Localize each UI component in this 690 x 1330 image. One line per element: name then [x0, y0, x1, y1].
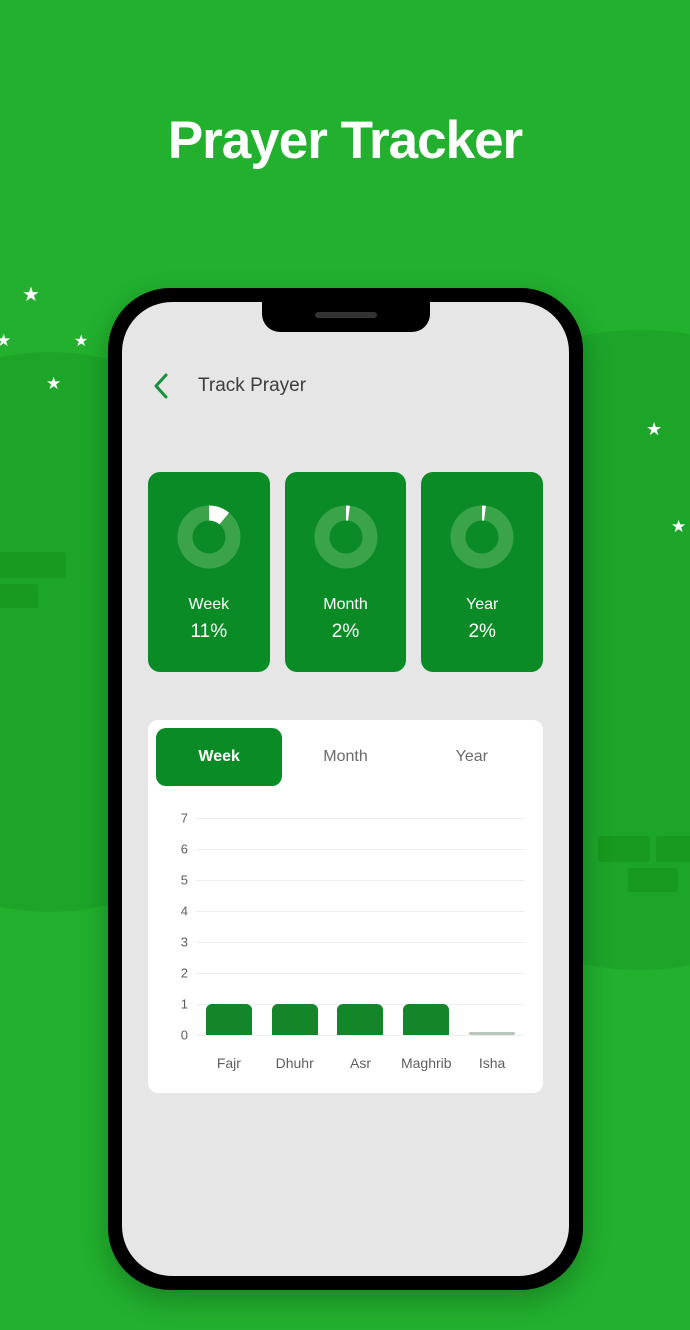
- star-icon: ★: [0, 331, 12, 350]
- y-axis-tick: 2: [180, 965, 188, 981]
- stat-label: Week: [188, 596, 230, 613]
- phone-screen: Track Prayer Week 11% Month 2% Year 2% Week Mo…: [122, 302, 569, 1276]
- bar-group: [196, 818, 525, 1035]
- tab-year[interactable]: Year: [409, 728, 535, 786]
- chart-card: Week Month Year 7 6 5 4 3 2 1 0 Fajr Dhuhr Asr Maghr…: [148, 720, 543, 1093]
- chevron-left-icon: [154, 373, 168, 399]
- star-icon: ★: [646, 419, 663, 439]
- stat-label: Year: [466, 596, 499, 613]
- tab-month[interactable]: Month: [282, 728, 408, 786]
- y-axis-tick: 5: [180, 872, 188, 888]
- bar-asr[interactable]: [337, 1004, 384, 1035]
- y-axis-tick: 4: [180, 903, 188, 919]
- phone-notch: [261, 302, 430, 332]
- brick-shape: [598, 836, 650, 862]
- stat-label: Month: [323, 596, 368, 613]
- bar-slot: [328, 818, 394, 1035]
- star-icon: ★: [74, 333, 89, 350]
- bar-fajr[interactable]: [205, 1004, 252, 1035]
- x-axis-label: Maghrib: [400, 1055, 452, 1071]
- stat-value: 11%: [190, 621, 228, 642]
- y-axis-tick: 1: [180, 996, 188, 1012]
- bar-maghrib[interactable]: [403, 1004, 450, 1035]
- bar-slot: [459, 818, 525, 1035]
- bar-slot: [196, 818, 262, 1035]
- y-axis-tick: 3: [180, 934, 188, 950]
- x-axis-label: Asr: [349, 1055, 371, 1071]
- x-axis-labels: Fajr Dhuhr Asr Maghrib Isha: [196, 1055, 525, 1071]
- gridline: [196, 1035, 525, 1036]
- progress-donut: [449, 504, 515, 570]
- stats-row: Week 11% Month 2% Year 2%: [148, 472, 544, 672]
- y-axis-tick: 6: [180, 841, 188, 857]
- star-icon: ★: [22, 284, 40, 306]
- bar-slot: [262, 818, 328, 1035]
- stat-value: 2%: [331, 621, 360, 642]
- speaker-bar: [314, 312, 377, 318]
- tab-week[interactable]: Week: [156, 728, 283, 786]
- stat-card-month[interactable]: Month 2%: [284, 472, 407, 672]
- bar-dhuhr[interactable]: [271, 1004, 318, 1035]
- phone-mockup: Track Prayer Week 11% Month 2% Year 2% Week Mo…: [108, 288, 583, 1290]
- back-button[interactable]: [148, 373, 174, 399]
- brick-shape: [14, 552, 66, 578]
- star-icon: ★: [46, 374, 62, 393]
- bar-isha[interactable]: [469, 1032, 516, 1035]
- progress-donut: [313, 504, 379, 570]
- bar-chart: 7 6 5 4 3 2 1 0 Fajr Dhuhr Asr Maghrib Isha: [148, 804, 543, 1093]
- x-axis-label: Fajr: [216, 1055, 241, 1071]
- stat-card-week[interactable]: Week 11%: [148, 472, 270, 672]
- stat-value: 2%: [468, 621, 496, 642]
- bar-slot: [393, 818, 459, 1035]
- period-tabs: Week Month Year: [148, 720, 543, 794]
- brick-shape: [0, 584, 38, 608]
- x-axis-label: Dhuhr: [275, 1055, 314, 1071]
- star-icon: ★: [671, 517, 687, 536]
- brick-shape: [656, 836, 690, 862]
- progress-donut: [176, 504, 242, 570]
- app-bar: Track Prayer: [122, 364, 569, 408]
- y-axis-tick: 0: [180, 1027, 188, 1043]
- plot-area: 7 6 5 4 3 2 1 0: [168, 811, 525, 1043]
- app-bar-title: Track Prayer: [198, 375, 307, 396]
- y-axis-tick: 7: [180, 810, 188, 826]
- page-title: Prayer Tracker: [167, 111, 523, 170]
- stat-card-year[interactable]: Year 2%: [421, 472, 544, 672]
- x-axis-label: Isha: [478, 1055, 506, 1071]
- brick-shape: [628, 868, 678, 892]
